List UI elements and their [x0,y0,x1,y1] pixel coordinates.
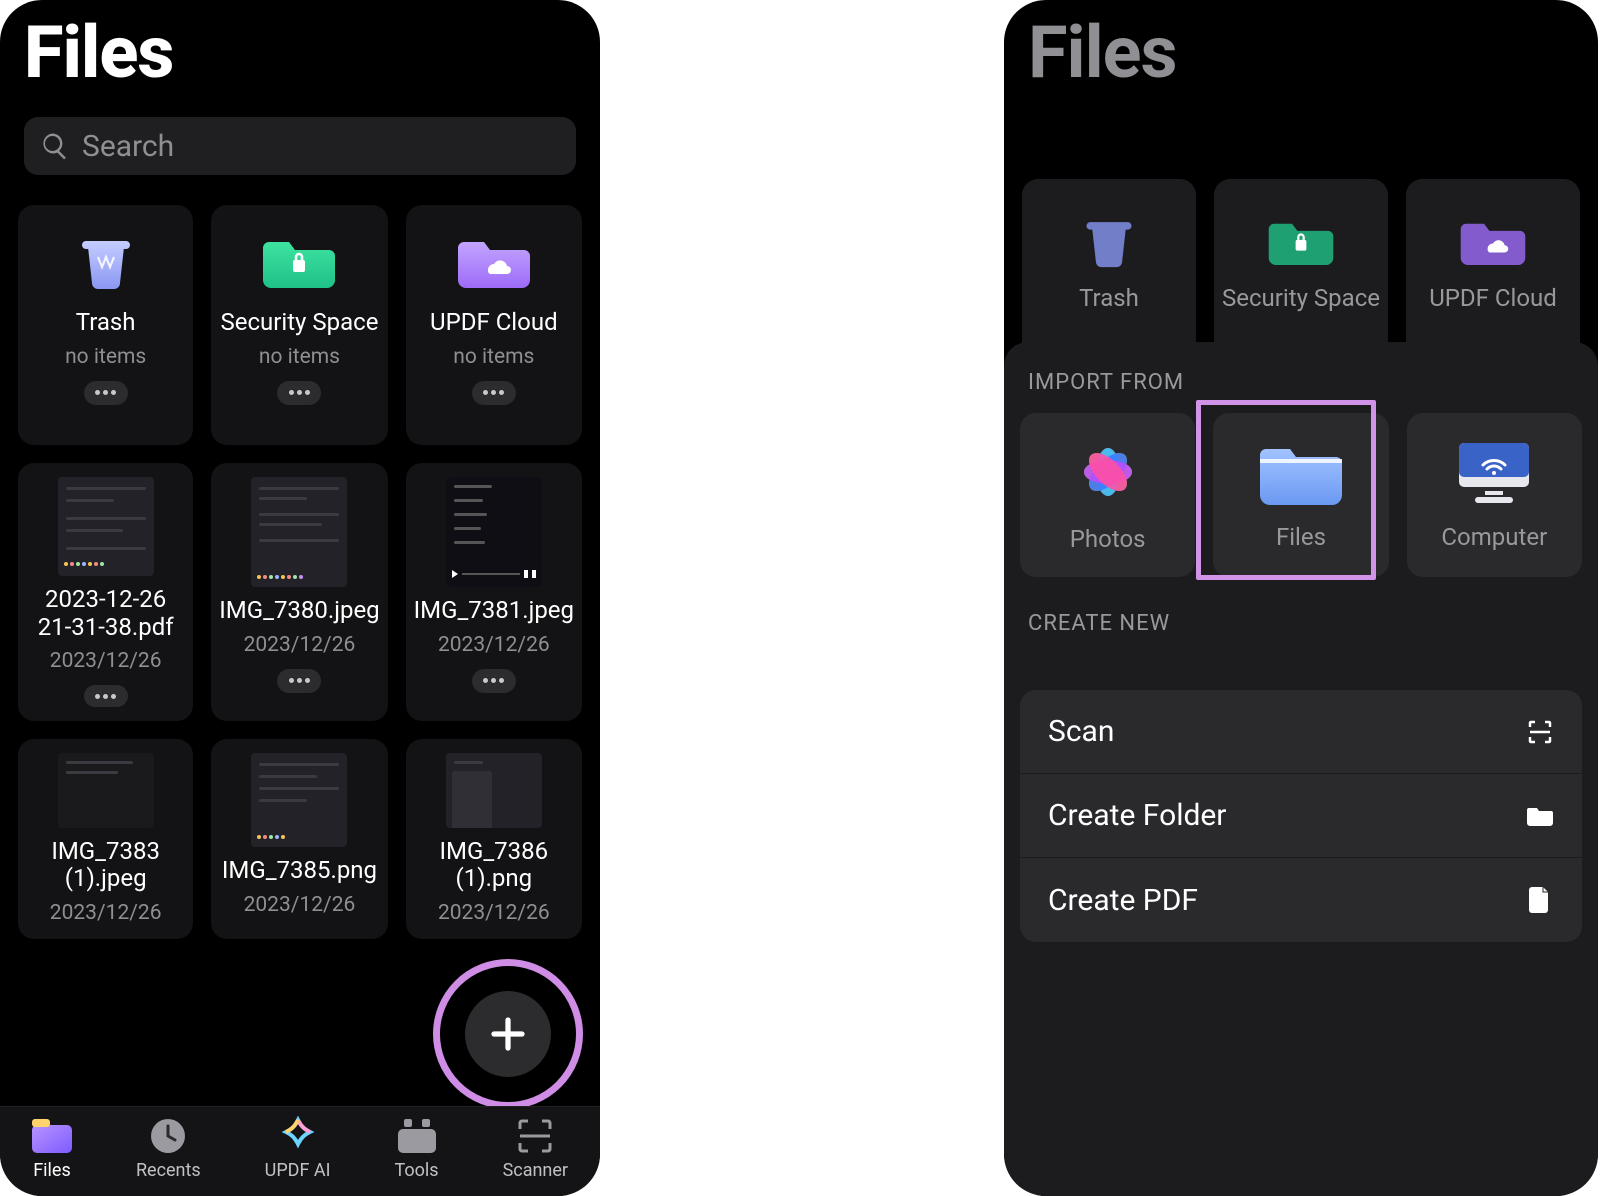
file-date: 2023/12/26 [50,649,162,673]
folder-label: Trash [76,309,136,337]
import-from-label: IMPORT FROM [1020,370,1582,395]
tab-label: UPDF AI [265,1160,331,1181]
folder-label: UPDF Cloud [430,309,558,337]
import-label: Photos [1070,525,1146,553]
folder-sub: no items [259,345,340,369]
folder-icon [1260,439,1342,509]
file-thumb [251,753,347,847]
folder-label: Security Space [1222,285,1380,313]
tab-updf-ai[interactable]: UPDF AI [265,1116,331,1181]
file-tile[interactable]: IMG_7386 (1).png 2023/12/26 [406,739,582,939]
create-new-label: CREATE NEW [1020,611,1582,636]
import-computer[interactable]: Computer [1407,413,1582,577]
folder-sub: no items [65,345,146,369]
file-thumb [446,477,542,587]
doc-icon [1526,886,1554,914]
folder-tile-cloud[interactable]: UPDF Cloud no items [406,205,582,445]
file-name: 2023-12-26 21-31-38.pdf [26,586,185,641]
file-name: IMG_7386 (1).png [414,838,574,893]
file-date: 2023/12/26 [438,633,550,657]
tab-label: Files [33,1160,71,1181]
tab-files[interactable]: Files [32,1116,72,1181]
import-photos[interactable]: Photos [1020,413,1195,577]
cloud-folder-icon [1460,203,1526,275]
add-button[interactable] [465,991,551,1077]
file-date: 2023/12/26 [244,633,356,657]
trash-icon [1079,203,1139,275]
page-title: Files [0,0,600,95]
folder-label: Trash [1079,285,1139,313]
clock-icon [148,1116,188,1156]
spark-icon [278,1116,318,1156]
scan-icon [1526,718,1554,746]
create-label: Create PDF [1048,883,1198,918]
file-thumb [58,477,154,576]
file-date: 2023/12/26 [50,901,162,925]
folder-label: Security Space [220,309,378,337]
create-scan[interactable]: Scan [1020,690,1582,774]
file-name: IMG_7385.png [222,857,377,885]
folder-sub: no items [453,345,534,369]
file-thumb [251,477,347,587]
lock-folder-icon [263,219,335,299]
search-icon [40,131,70,161]
cloud-folder-icon [458,219,530,299]
create-list: Scan Create Folder Create PDF [1020,690,1582,942]
more-button[interactable] [84,381,128,405]
folder-grid: Trash no items Security Space no items U… [18,205,582,939]
phone-left: Files Search Trash no items Security Spa… [0,0,600,1196]
file-date: 2023/12/26 [438,901,550,925]
folder-tile-security[interactable]: Security Space no items [211,205,387,445]
tab-label: Recents [136,1160,201,1181]
file-thumb [58,753,154,828]
create-label: Scan [1048,714,1114,749]
more-button[interactable] [472,381,516,405]
more-button[interactable] [472,669,516,693]
lock-folder-icon [1268,203,1334,275]
trash-icon [74,219,138,299]
more-button[interactable] [84,685,128,707]
import-files[interactable]: Files [1213,413,1388,577]
create-folder[interactable]: Create Folder [1020,774,1582,858]
photos-icon [1073,437,1143,511]
import-label: Files [1276,523,1326,551]
page-title-dimmed: Files [1004,0,1598,95]
folder-icon [32,1116,72,1156]
tab-scanner[interactable]: Scanner [503,1116,568,1181]
file-tile[interactable]: 2023-12-26 21-31-38.pdf 2023/12/26 [18,463,193,721]
file-tile[interactable]: IMG_7381.jpeg 2023/12/26 [406,463,582,721]
more-button[interactable] [277,381,321,405]
toolbox-icon [397,1116,437,1156]
folder-icon [1526,802,1554,830]
create-label: Create Folder [1048,798,1226,833]
phone-right: Files Trash Security Space UPDF Cloud IM… [1004,0,1598,1196]
tab-tools[interactable]: Tools [395,1116,439,1181]
more-button[interactable] [277,669,321,693]
file-tile[interactable]: IMG_7385.png 2023/12/26 [211,739,387,939]
import-label: Computer [1441,523,1547,551]
search-placeholder: Search [82,129,174,164]
file-name: IMG_7380.jpeg [219,597,379,625]
tab-label: Tools [395,1160,439,1181]
file-name: IMG_7381.jpeg [414,597,574,625]
file-tile[interactable]: IMG_7383 (1).jpeg 2023/12/26 [18,739,193,939]
create-pdf[interactable]: Create PDF [1020,858,1582,942]
computer-icon [1455,439,1533,509]
folder-tile-trash[interactable]: Trash no items [18,205,193,445]
file-tile[interactable]: IMG_7380.jpeg 2023/12/26 [211,463,387,721]
import-row: Photos Files Computer [1020,413,1582,577]
file-thumb [446,753,542,828]
import-sheet: IMPORT FROM Photos [1004,342,1598,1196]
folder-label: UPDF Cloud [1429,285,1557,313]
file-date: 2023/12/26 [244,893,356,917]
tabbar: Files Recents UPDF AI Tools Scanner [0,1106,600,1196]
file-name: IMG_7383 (1).jpeg [26,838,185,893]
scan-icon [515,1116,555,1156]
tab-label: Scanner [503,1160,568,1181]
search-input[interactable]: Search [24,117,576,175]
tab-recents[interactable]: Recents [136,1116,201,1181]
